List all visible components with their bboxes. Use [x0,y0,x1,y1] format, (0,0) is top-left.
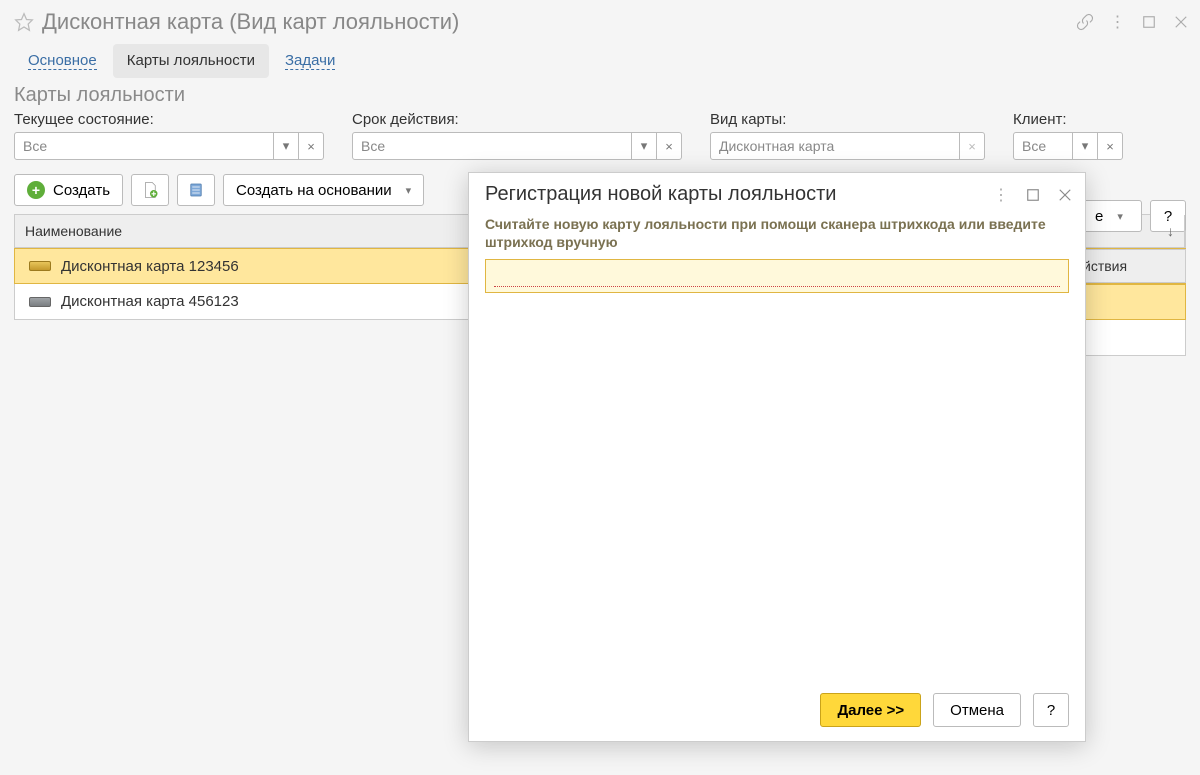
link-icon[interactable] [1076,13,1094,31]
modal-title: Регистрация новой карты лояльности [485,183,993,206]
plus-icon: + [27,181,45,199]
tab-main[interactable]: Основное [14,44,111,78]
filter-cardtype-select[interactable]: Дисконтная карта [710,132,960,160]
tab-main-label: Основное [28,52,97,70]
card-icon [29,261,51,271]
filter-state-select[interactable]: Все [14,132,274,160]
barcode-field-wrapper [485,259,1069,293]
modal-instructions: Считайте новую карту лояльности при помо… [469,212,1085,257]
col-right-header[interactable]: йствия [1076,249,1186,283]
section-title: Карты лояльности [0,78,1200,109]
window-title: Дисконтная карта (Вид карт лояльности) [42,9,1076,35]
tab-tasks-label: Задачи [285,52,335,70]
modal-help-button[interactable]: ? [1033,693,1069,727]
filter-expiry-dropdown[interactable]: ▾ [631,132,657,160]
create-button-label: Создать [53,182,110,199]
filter-expiry-label: Срок действия: [352,111,682,128]
row-strip [1078,284,1186,320]
filter-state-label: Текущее состояние: [14,111,324,128]
modal-maximize-icon[interactable] [1025,187,1041,203]
close-icon[interactable] [1172,13,1190,31]
row-text: Дисконтная карта 456123 [61,293,239,310]
favorite-star-icon[interactable] [14,12,34,32]
modal-close-icon[interactable] [1057,187,1073,203]
list-button[interactable] [177,174,215,206]
create-button[interactable]: + Создать [14,174,123,206]
tab-cards[interactable]: Карты лояльности [113,44,269,78]
filter-client-select[interactable]: Все [1013,132,1073,160]
modal-kebab-icon[interactable]: ⋮ [993,187,1009,203]
filter-client-clear[interactable]: × [1097,132,1123,160]
register-card-modal: Регистрация новой карты лояльности ⋮ Счи… [468,172,1086,742]
kebab-icon[interactable]: ⋮ [1108,13,1126,31]
card-icon [29,297,51,307]
filter-state-dropdown[interactable]: ▾ [273,132,299,160]
filter-expiry-select[interactable]: Все [352,132,632,160]
modal-next-button[interactable]: Далее >> [820,693,921,727]
filter-expiry-clear[interactable]: × [656,132,682,160]
copy-button[interactable] [131,174,169,206]
row-strip [1078,320,1186,356]
row-text: Дисконтная карта 123456 [61,258,239,275]
create-based-label: Создать на основании [236,182,392,199]
sort-indicator-icon: ↓ [1167,223,1174,239]
tab-cards-label: Карты лояльности [127,52,255,69]
filter-cardtype-label: Вид карты: [710,111,985,128]
maximize-icon[interactable] [1140,13,1158,31]
filter-client-dropdown[interactable]: ▾ [1072,132,1098,160]
document-plus-icon [141,180,159,200]
filter-cardtype-clear[interactable]: × [959,132,985,160]
database-icon [187,180,205,200]
modal-cancel-button[interactable]: Отмена [933,693,1021,727]
create-based-button[interactable]: Создать на основании [223,174,424,206]
barcode-input[interactable] [494,265,1060,287]
filter-client-label: Клиент: [1013,111,1123,128]
filter-state-clear[interactable]: × [298,132,324,160]
tab-tasks[interactable]: Задачи [271,44,349,78]
